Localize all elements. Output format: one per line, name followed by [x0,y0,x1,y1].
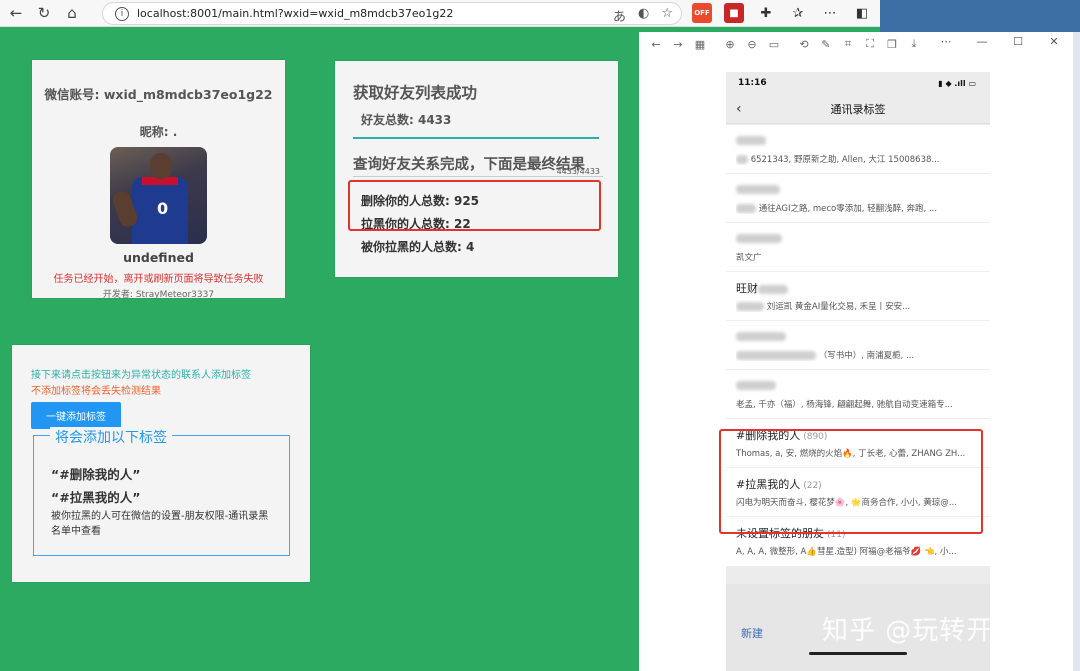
browser-toolbar: ← ↻ ⌂ i localhost:8001/main.html?wxid=wx… [0,0,880,27]
desktop-background [880,0,1080,32]
watermark: 知乎 @玩转开源 [822,616,1021,646]
developer-credit: 开发者: StrayMeteor3337 [102,290,215,300]
extension-puzzle-icon[interactable]: ✚ [756,3,776,23]
favorite-star-icon[interactable]: ☆ [661,6,673,25]
phone-title: 通讯录标签 [830,102,886,116]
list-item: （写书中）, 南浦夏栀, ... [726,321,990,370]
blocked-by-you-count: 被你拉黑的人总数: 4 [361,240,475,254]
friends-total: 好友总数: 4433 [361,113,452,127]
list-item: 通往AGI之路, meco零添加, 轻翻浅醉, 奔跑, ... [726,174,990,223]
crop-icon[interactable]: ⌗ [837,37,859,51]
phone-status-icons: ▮ ◆ .ıll ▭ [938,78,976,88]
home-indicator [809,652,907,655]
viewer-toolbar: ← → ▦ ⊕ ⊖ ▭ ⟲ ✎ ⌗ ⛶ ❐ ⤓ ⋯ — ☐ ✕ [639,32,1073,56]
viewer-more-icon[interactable]: ⋯ [935,35,957,48]
copy-icon[interactable]: ❐ [881,38,903,51]
grid-icon[interactable]: ▦ [689,38,711,51]
avatar: 0 [110,147,207,244]
nickname: 昵称: . [139,125,178,139]
wechat-account: 微信账号: wxid_m8mdcb37eo1g22 [44,87,273,102]
tag-deleted-me: “#删除我的人” [51,467,141,482]
viewer-forward-icon[interactable]: → [667,38,689,51]
blacklist-note: 被你拉黑的人可在微信的设置-朋友权限-通讯录黑名单中查看 [51,511,269,537]
tag-blocked-me: “#拉黑我的人” [51,490,141,505]
profile-name: undefined [123,250,194,265]
ocr-icon[interactable]: ⛶ [859,37,881,51]
avatar-jersey-number: 0 [157,199,169,218]
minimize-icon[interactable]: — [971,35,993,48]
extension-red-icon[interactable]: ■ [724,3,744,23]
tags-fieldset: 将会添加以下标签 “#删除我的人” “#拉黑我的人” 被你拉黑的人可在微信的设置… [33,427,290,556]
more-icon[interactable]: ⋯ [820,3,840,23]
list-item: 6521343, 野原新之助, Allen, 大江 15008638... [726,125,990,174]
highlight-box-tags [719,429,983,534]
highlight-box-results [348,180,601,231]
address-bar[interactable]: i localhost:8001/main.html?wxid=wxid_m8m… [102,2,682,25]
url-text: localhost:8001/main.html?wxid=wxid_m8mdc… [137,7,454,20]
tagging-warning: 不添加标签将会丢失检测结果 [31,386,161,397]
phone-back-icon: ‹ [736,100,742,117]
task-warning: 任务已经开始，离开或刷新页面将导致任务失败 [53,274,264,285]
phone-screenshot: 11:16 ▮ ◆ .ıll ▭ ‹ 通讯录标签 6521343, 野原新之助,… [726,72,990,671]
back-icon[interactable]: ← [2,1,30,25]
read-aloud-icon[interactable]: あ [613,6,626,25]
phone-time: 11:16 [738,78,767,88]
list-item: 凯文广 [726,223,990,272]
maximize-icon[interactable]: ☐ [1007,35,1029,48]
translate-icon[interactable]: ◐ [638,6,649,25]
edit-icon[interactable]: ✎ [815,38,837,51]
list-item: 旺财 刘运凯 黄金AI量化交易, 禾呈丨安安... [726,272,990,321]
progress-divider [353,137,599,139]
zoom-out-icon[interactable]: ⊖ [741,38,763,51]
phone-status-bar: 11:16 ▮ ◆ .ıll ▭ [726,72,990,94]
progress-line [353,176,603,177]
refresh-icon[interactable]: ↻ [30,1,58,25]
add-tags-button[interactable]: 一键添加标签 [31,402,121,429]
home-icon[interactable]: ⌂ [58,1,86,25]
result-card: 获取好友列表成功 好友总数: 4433 查询好友关系完成，下面是最终结果 443… [335,61,618,277]
info-icon[interactable]: i [115,6,129,21]
favorites-icon[interactable]: ✰ [788,3,808,23]
progress-count: 4433/4433 [556,167,600,176]
profile-card: 微信账号: wxid_m8mdcb37eo1g22 昵称: . 0 undefi… [32,60,285,300]
tags-legend: 将会添加以下标签 [50,427,172,447]
avatar-head [150,153,172,179]
download-icon[interactable]: ⤓ [903,37,925,51]
tagging-card: 接下来请点击按钮来为异常状态的联系人添加标签 不添加标签将会丢失检测结果 一键添… [12,345,310,582]
zoom-in-icon[interactable]: ⊕ [719,38,741,51]
phone-title-bar: ‹ 通讯录标签 [726,94,990,124]
tagging-hint: 接下来请点击按钮来为异常状态的联系人添加标签 [31,370,251,381]
viewer-back-icon[interactable]: ← [645,38,667,51]
extension-off-icon[interactable]: OFF [692,3,712,23]
new-tag-button: 新建 [741,627,763,640]
sidebar-icon[interactable]: ◧ [852,3,872,23]
screenshot-viewer-window: ← → ▦ ⊕ ⊖ ▭ ⟲ ✎ ⌗ ⛶ ❐ ⤓ ⋯ — ☐ ✕ 11:16 ▮ … [639,32,1073,671]
rotate-icon[interactable]: ⟲ [793,38,815,51]
desktop-background-edge [1073,32,1080,671]
fit-icon[interactable]: ▭ [763,38,785,51]
close-icon[interactable]: ✕ [1043,35,1065,48]
list-item: 老孟, 千亦（福）, 杨海锋, 翩翩起舞, 驰航自动变速箱专... [726,370,990,419]
result-title: 获取好友列表成功 [353,84,478,102]
